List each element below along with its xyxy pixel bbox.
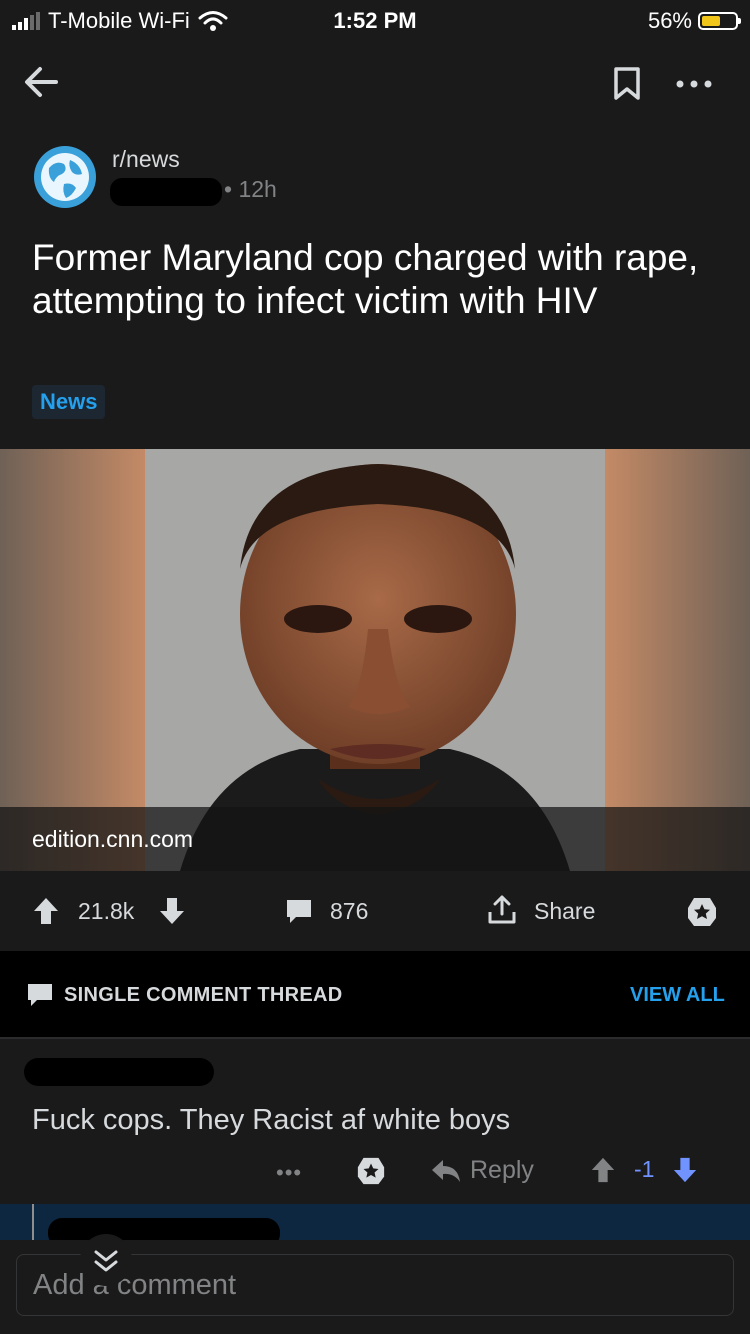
post-age: • 12h [224,176,277,202]
redacted-username [110,178,222,206]
battery-group: 56% [647,8,741,34]
reply-arrow-icon[interactable] [430,1158,462,1184]
comment-score: -1 [634,1156,655,1182]
share-icon[interactable] [486,894,518,926]
award-icon[interactable] [686,896,718,928]
collapse-chevron-icon[interactable] [80,1234,132,1286]
upvote-arrow-icon[interactable] [32,896,60,926]
reply-button[interactable]: Reply [470,1156,534,1185]
status-bar: T-Mobile Wi-Fi 1:52 PM 56% [0,0,750,40]
back-arrow-icon[interactable] [20,60,64,104]
comment-bubble-icon[interactable] [284,896,314,926]
more-options-icon[interactable] [672,66,716,102]
subreddit-avatar[interactable] [34,146,96,208]
view-all-button[interactable]: VIEW ALL [630,984,725,1007]
vote-count: 21.8k [78,898,135,924]
thread-line [32,1204,34,1240]
thread-comment-icon [28,984,52,1006]
comment-count[interactable]: 876 [330,898,368,925]
single-thread-label: SINGLE COMMENT THREAD [64,984,343,1006]
comment-downvote-icon[interactable] [672,1156,698,1184]
redacted-commenter [24,1058,214,1086]
comment-award-icon[interactable] [356,1156,386,1186]
battery-percent: 56% [647,8,692,33]
subreddit-name[interactable]: r/news [112,146,180,173]
clock: 1:52 PM [333,8,417,33]
bookmark-icon[interactable] [612,66,642,102]
post-flair[interactable]: News [32,385,106,419]
battery-icon [698,12,741,30]
comment-more-button[interactable]: ••• [276,1160,302,1186]
downvote-arrow-icon[interactable] [158,896,186,926]
link-domain[interactable]: edition.cnn.com [32,826,193,853]
share-label[interactable]: Share [534,898,595,925]
globe-icon [41,153,89,201]
comment-body[interactable]: Fuck cops. They Racist af white boys [32,1104,510,1137]
comment-upvote-icon[interactable] [590,1156,616,1184]
post-title[interactable]: Former Maryland cop charged with rape, a… [32,236,722,322]
